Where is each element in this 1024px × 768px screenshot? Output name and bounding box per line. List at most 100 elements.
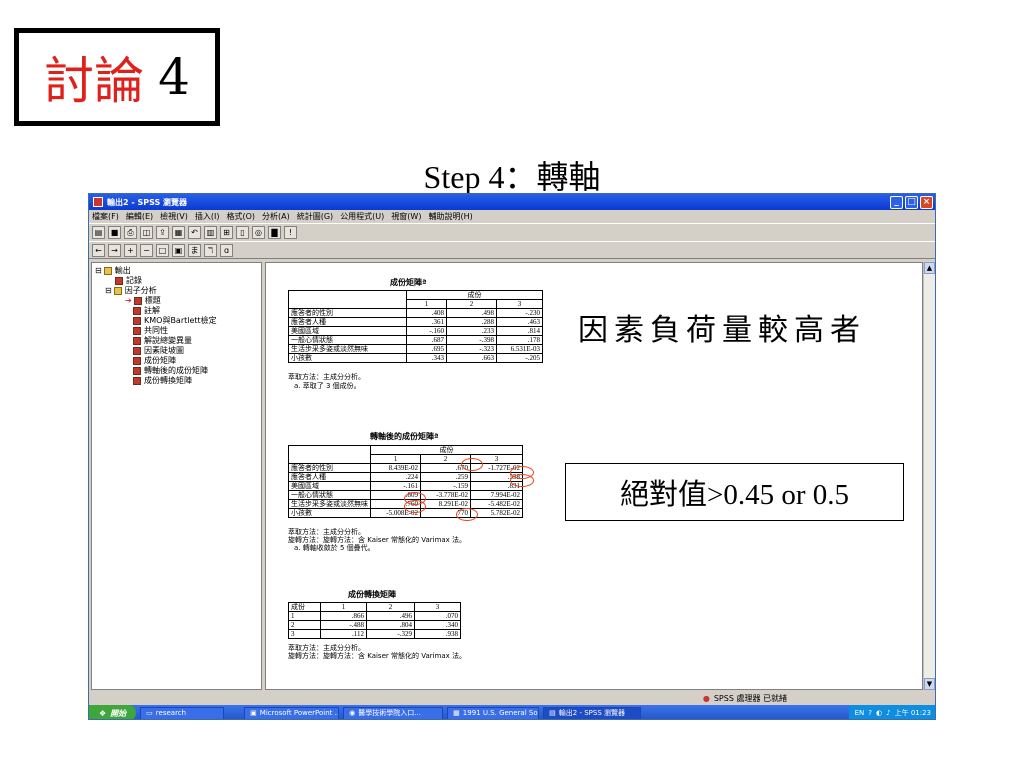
- start-button[interactable]: ❖ 開始: [89, 705, 137, 719]
- tree-item-scree[interactable]: 因素陡坡圖: [95, 346, 258, 356]
- menu-window[interactable]: 視窗(W): [391, 211, 421, 222]
- promote-icon[interactable]: ←: [92, 243, 105, 257]
- cell: -.323: [446, 344, 497, 354]
- highlight-circle: [456, 508, 478, 521]
- slide-title-number: 4: [158, 48, 190, 106]
- tray-network-icon[interactable]: ◐: [876, 709, 882, 717]
- expand-icon[interactable]: +: [124, 243, 137, 257]
- table-row: 1.866.496.070: [288, 611, 461, 621]
- cell: .070: [414, 611, 461, 621]
- menu-edit[interactable]: 編輯(E): [126, 211, 153, 222]
- row-label: 1: [288, 611, 321, 621]
- chart-icon: [133, 347, 141, 355]
- table-footnote: a. 轉軸收斂於 5 個疊代。: [294, 544, 375, 552]
- menu-view[interactable]: 檢視(V): [160, 211, 188, 222]
- minimize-button[interactable]: _: [890, 195, 903, 209]
- row-label: 一般心情狀態: [288, 490, 371, 500]
- tree-item-notes[interactable]: 註解: [95, 306, 258, 316]
- tree-item-transform-matrix[interactable]: 成份轉換矩陣: [95, 376, 258, 386]
- browser-icon: ◉: [349, 709, 356, 717]
- insert-text-icon[interactable]: ɑ: [220, 243, 233, 257]
- tray-volume-icon[interactable]: ♪: [886, 709, 890, 717]
- task-browser[interactable]: ◉ 醫學技術學院入口...: [343, 706, 444, 719]
- open-icon[interactable]: ▤: [92, 226, 105, 239]
- row-label: 小孩數: [288, 353, 407, 363]
- row-label: 小孩數: [288, 508, 371, 518]
- cell: -.329: [366, 629, 415, 639]
- vertical-scrollbar[interactable]: ▲ ▼: [923, 262, 935, 690]
- help-icon[interactable]: !: [284, 226, 297, 239]
- table-row: 美國區域 -.160.233.814: [288, 326, 543, 336]
- task-spss-data[interactable]: ▦1991 U.S. General Soc...: [447, 706, 540, 719]
- tree-label: 註解: [144, 306, 160, 315]
- table-icon: [133, 337, 141, 345]
- table2-title: 轉軸後的成份矩陣ª: [370, 432, 439, 441]
- menu-file[interactable]: 檔案(F): [92, 211, 119, 222]
- close-button[interactable]: ×: [920, 195, 933, 209]
- insert-title-icon[interactable]: ℸ: [204, 243, 217, 257]
- maximize-button[interactable]: □: [905, 195, 918, 209]
- task-label: 1991 U.S. General Soc...: [462, 709, 538, 717]
- tree-item-rotated-matrix[interactable]: 轉軸後的成份矩陣: [95, 366, 258, 376]
- menu-format[interactable]: 格式(O): [226, 211, 255, 222]
- window-titlebar[interactable]: 輸出2 - SPSS 瀏覽器 _ □ ×: [89, 194, 935, 210]
- scroll-down-icon[interactable]: ▼: [924, 678, 935, 690]
- menu-graphs[interactable]: 統計圖(G): [297, 211, 333, 222]
- chart-icon[interactable]: ▇: [268, 226, 281, 239]
- cell: -3.778E-02: [420, 490, 471, 500]
- menu-insert[interactable]: 插入(I): [195, 211, 220, 222]
- menu-analyze[interactable]: 分析(A): [262, 211, 290, 222]
- tree-item-communalities[interactable]: 共同性: [95, 326, 258, 336]
- tree-item-factor[interactable]: ⊟ 因子分析: [95, 286, 258, 296]
- goto-case-icon[interactable]: ⊞: [220, 226, 233, 239]
- save-icon[interactable]: ■: [108, 226, 121, 239]
- folder-icon: ▭: [146, 709, 153, 717]
- dialog-recall-icon[interactable]: ▦: [172, 226, 185, 239]
- tray-help-icon[interactable]: ?: [868, 709, 872, 717]
- tree-label: 記錄: [126, 276, 142, 285]
- hide-icon[interactable]: ▣: [172, 243, 185, 257]
- tree-item-log[interactable]: 記錄: [95, 276, 258, 286]
- menu-utilities[interactable]: 公用程式(U): [340, 211, 384, 222]
- goto-data-icon[interactable]: ▥: [204, 226, 217, 239]
- variables-icon[interactable]: ▯: [236, 226, 249, 239]
- collapse-icon[interactable]: −: [140, 243, 153, 257]
- cell: .498: [446, 308, 497, 318]
- table-group-header: 成份: [406, 290, 543, 300]
- tree-item-component-matrix[interactable]: 成份矩陣: [95, 356, 258, 366]
- cell: -5.482E-02: [470, 499, 523, 509]
- print-preview-icon[interactable]: ◫: [140, 226, 153, 239]
- show-icon[interactable]: □: [156, 243, 169, 257]
- row-label: 應答者人種: [288, 472, 371, 482]
- menu-help[interactable]: 輔助說明(H): [428, 211, 472, 222]
- tree-item-output[interactable]: ⊟ 輸出: [95, 266, 258, 276]
- task-spss-viewer[interactable]: ▤ 輸出2 - SPSS 瀏覽器: [543, 706, 642, 719]
- insert-heading-icon[interactable]: ま: [188, 243, 201, 257]
- undo-icon[interactable]: ↶: [188, 226, 201, 239]
- find-icon[interactable]: ◎: [252, 226, 265, 239]
- language-indicator[interactable]: EN: [855, 709, 865, 717]
- col-header: 2: [366, 602, 415, 612]
- tree-label: 解說總變異量: [144, 336, 192, 345]
- windows-logo-icon: ❖: [99, 708, 107, 718]
- task-research[interactable]: ▭ research: [140, 706, 225, 719]
- slide-title: 討論 4: [14, 28, 220, 126]
- demote-icon[interactable]: →: [108, 243, 121, 257]
- scroll-up-icon[interactable]: ▲: [924, 262, 935, 274]
- export-icon[interactable]: ⇪: [156, 226, 169, 239]
- row-label: 美國區域: [288, 326, 407, 336]
- table-icon: [133, 357, 141, 365]
- row-label: 生活步采多姿或淡然無味: [288, 499, 371, 509]
- tree-item-title[interactable]: ➔ 標題: [95, 296, 258, 306]
- row-label: 應答者的性別: [288, 463, 371, 473]
- collapse-toggle-icon[interactable]: ⊟: [95, 266, 102, 276]
- cell: .804: [366, 620, 415, 630]
- collapse-toggle-icon[interactable]: ⊟: [105, 286, 112, 296]
- col-header: 1: [370, 454, 421, 464]
- tree-item-kmo[interactable]: KMO與Bartlett檢定: [95, 316, 258, 326]
- spss-window: 輸出2 - SPSS 瀏覽器 _ □ × 檔案(F) 編輯(E) 檢視(V) 插…: [88, 193, 936, 720]
- row-label: 2: [288, 620, 321, 630]
- print-icon[interactable]: ⎙: [124, 226, 137, 239]
- task-powerpoint[interactable]: ▣ Microsoft PowerPoint ...: [244, 706, 340, 719]
- tree-item-variance[interactable]: 解說總變異量: [95, 336, 258, 346]
